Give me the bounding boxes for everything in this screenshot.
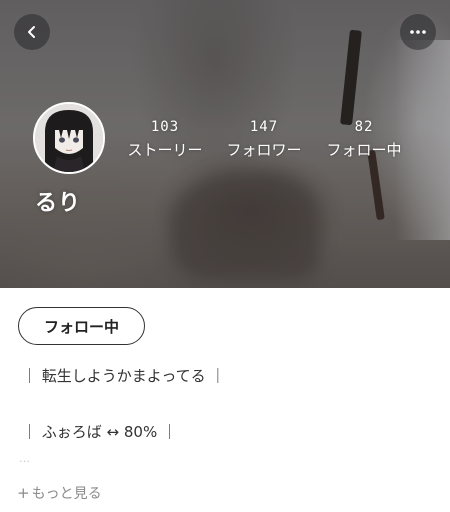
stat-followers-label: フォロワー: [226, 141, 302, 159]
avatar-image: [35, 104, 103, 172]
back-button[interactable]: [14, 14, 50, 50]
stat-following-label: フォロー中: [326, 141, 402, 159]
stat-following[interactable]: 82 フォロー中: [314, 118, 414, 161]
bio-truncation: …: [19, 452, 30, 465]
stat-stories-count: 103: [150, 119, 180, 135]
plus-icon: +: [17, 484, 30, 502]
avatar[interactable]: [33, 102, 105, 174]
stat-followers-count: 147: [249, 119, 279, 135]
show-more-link[interactable]: + もっと見る: [17, 483, 102, 503]
show-more-label: もっと見る: [31, 486, 102, 502]
bio-line: ｜ 転生しようかまよってる ｜: [22, 367, 226, 385]
chevron-left-icon: [28, 26, 35, 38]
bio-line: ｜ ふぉろば ↔ 80% ｜: [22, 423, 177, 441]
following-button[interactable]: フォロー中: [18, 307, 145, 345]
more-horizontal-icon: [410, 30, 426, 34]
stat-following-count: 82: [354, 119, 374, 135]
stat-stories-label: ストーリー: [127, 141, 203, 159]
stat-followers[interactable]: 147 フォロワー: [214, 118, 314, 161]
more-options-button[interactable]: [400, 14, 436, 50]
stat-stories[interactable]: 103 ストーリー: [115, 118, 215, 161]
profile-header: 103 ストーリー 147 フォロワー 82 フォロー中 るり: [0, 0, 450, 288]
profile-username: るり: [35, 191, 82, 216]
